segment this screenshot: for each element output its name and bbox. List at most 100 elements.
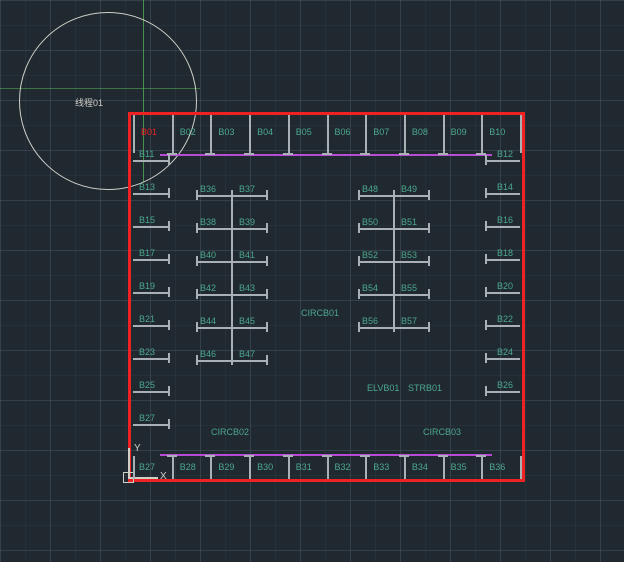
wall-tee [485,386,487,396]
wall-tee [428,190,430,200]
wall-bottom-stud [249,456,251,479]
wall-tee [283,455,293,457]
wall-top-stud [443,115,445,153]
wall-bottom-stud [365,456,367,479]
wall-tee [485,254,487,264]
wall-tee [205,455,215,457]
wall-left-stud [133,358,168,360]
label-circb01: CIRCB01 [301,308,339,318]
label-bottom: B33 [373,462,389,472]
wall-tee [360,153,370,155]
label-inner: B43 [239,283,255,293]
wall-tee [196,223,198,233]
wall-left-stud [133,226,168,228]
label-inner: B51 [401,217,417,227]
wall-tee [438,153,448,155]
wall-tee [283,153,293,155]
label-inner: B44 [200,316,216,326]
label-inner: B39 [239,217,255,227]
wall-tee [196,355,198,365]
wall-left-stud [133,391,168,393]
label-top: B02 [180,127,196,137]
wall-bottom-stud [210,456,212,479]
label-inner: B49 [401,184,417,194]
label-elvb01: ELVB01 [367,383,399,393]
label-inner: B52 [362,250,378,260]
wall-tee [266,223,268,233]
wall-bottom-stud [520,456,522,479]
wall-right-stud [485,160,520,162]
label-left: B11 [139,149,154,159]
label-bottom: B28 [180,462,196,472]
wall-tee [358,256,360,266]
ucs-y-label: Y [134,443,141,454]
label-inner: B37 [239,184,255,194]
wall-right-stud [485,226,520,228]
wall-tee [266,289,268,299]
label-inner: B36 [200,184,216,194]
wall-tee [358,322,360,332]
wall-top-stud [210,115,212,153]
wall-tee [358,190,360,200]
wall-tee [244,153,254,155]
label-left: B27 [139,413,155,423]
wall-bottom-stud [172,456,174,479]
label-right: B24 [497,347,513,357]
wall-tee [438,455,448,457]
label-circb03: CIRCB03 [423,427,461,437]
wall-inner-vert [231,190,233,365]
wall-top-stud [327,115,329,153]
label-top: B10 [489,127,505,137]
wall-tee [196,190,198,200]
label-strb01: STRB01 [408,383,442,393]
label-left: B25 [139,380,155,390]
label-inner: B54 [362,283,378,293]
wall-tee [428,223,430,233]
wall-tee [322,455,332,457]
label-inner: B48 [362,184,378,194]
label-top: B09 [451,127,467,137]
wall-tee [266,355,268,365]
building-frame [128,112,525,482]
wall-tee [428,289,430,299]
wall-right-stud [485,259,520,261]
wall-right-stud [485,391,520,393]
wall-tee [168,188,170,198]
wall-inner-arm [196,261,266,263]
label-bottom: B31 [296,462,312,472]
label-left: B15 [139,215,155,225]
wall-tee [428,256,430,266]
label-top: B01 [141,127,157,137]
wall-bottom-stud [404,456,406,479]
label-left: B17 [139,248,155,258]
label-inner: B45 [239,316,255,326]
wall-top-stud [365,115,367,153]
label-left: B13 [139,182,155,192]
label-bottom: B34 [412,462,428,472]
label-top: B05 [296,127,312,137]
label-right: B22 [497,314,513,324]
label-bottom: B36 [489,462,505,472]
cad-canvas[interactable]: 线程01 Y X CIRCB01 CIRCB02 CIRCB03 ELVB01 … [0,0,624,562]
wall-bottom-stud [481,456,483,479]
label-circb02: CIRCB02 [211,427,249,437]
wall-tee [358,223,360,233]
wall-bottom-stud [133,456,135,479]
label-right: B26 [497,380,513,390]
wall-tee [168,155,170,165]
label-bottom: B27 [139,462,155,472]
label-right: B18 [497,248,513,258]
wall-top-stud [481,115,483,153]
wall-tee [205,153,215,155]
wall-inner-arm [358,294,428,296]
wall-tee [196,256,198,266]
wall-tee [399,153,409,155]
label-right: B20 [497,281,513,291]
wall-inner-arm [358,327,428,329]
wall-top-stud [520,115,522,153]
wall-left-stud [133,259,168,261]
wall-tee [485,320,487,330]
wall-bottom-stud [443,456,445,479]
wall-tee [476,455,486,457]
label-inner: B47 [239,349,255,359]
